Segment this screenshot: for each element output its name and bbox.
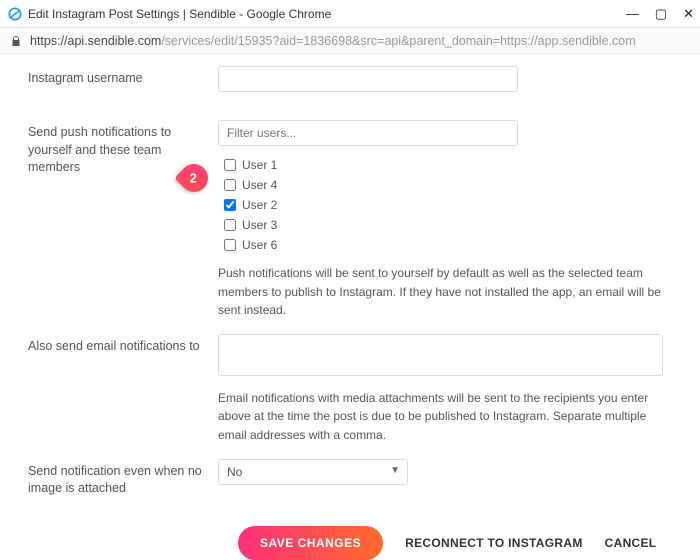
url-host: https://api.sendible.com bbox=[30, 34, 161, 48]
user-name-label: User 6 bbox=[242, 238, 277, 252]
label-no-image: Send notification even when no image is … bbox=[28, 459, 218, 498]
app-favicon bbox=[8, 7, 22, 21]
label-instagram-username: Instagram username bbox=[28, 66, 218, 92]
user-name-label: User 2 bbox=[242, 198, 277, 212]
user-checkbox[interactable] bbox=[224, 239, 236, 251]
save-changes-button[interactable]: SAVE CHANGES bbox=[238, 526, 383, 560]
instagram-username-input[interactable] bbox=[218, 66, 518, 92]
window-maximize-icon[interactable]: ▢ bbox=[655, 6, 667, 22]
user-checkbox[interactable] bbox=[224, 159, 236, 171]
lock-icon bbox=[10, 35, 22, 47]
user-list-item[interactable]: User 4 bbox=[224, 175, 538, 195]
label-push-notifications: Send push notifications to yourself and … bbox=[28, 120, 218, 320]
user-name-label: User 1 bbox=[242, 158, 277, 172]
cancel-button[interactable]: CANCEL bbox=[605, 536, 657, 550]
user-list-item[interactable]: User 1 bbox=[224, 155, 538, 175]
user-list-item[interactable]: User 2 bbox=[224, 195, 538, 215]
filter-users-input[interactable] bbox=[218, 120, 518, 146]
help-push: Push notifications will be sent to yours… bbox=[218, 254, 672, 320]
url-path: /services/edit/15935?aid=1836698&src=api… bbox=[161, 34, 635, 48]
email-notifications-input[interactable] bbox=[218, 334, 663, 376]
user-list-item[interactable]: User 3 bbox=[224, 215, 538, 235]
user-checkbox[interactable] bbox=[224, 219, 236, 231]
user-checkbox[interactable] bbox=[224, 179, 236, 191]
user-name-label: User 3 bbox=[242, 218, 277, 232]
label-email-notifications: Also send email notifications to bbox=[28, 334, 218, 445]
window-titlebar: Edit Instagram Post Settings | Sendible … bbox=[0, 0, 700, 28]
window-title: Edit Instagram Post Settings | Sendible … bbox=[28, 7, 626, 21]
window-close-icon[interactable]: ✕ bbox=[683, 6, 694, 22]
no-image-select[interactable]: No bbox=[218, 459, 408, 485]
help-email: Email notifications with media attachmen… bbox=[218, 379, 672, 445]
user-list-item[interactable]: User 6 bbox=[224, 235, 538, 254]
window-minimize-icon[interactable]: — bbox=[626, 6, 639, 21]
address-bar[interactable]: https://api.sendible.com/services/edit/1… bbox=[0, 28, 700, 54]
user-checkbox[interactable] bbox=[224, 199, 236, 211]
reconnect-instagram-button[interactable]: RECONNECT TO INSTAGRAM bbox=[405, 536, 583, 550]
user-list[interactable]: User 1User 4User 2User 3User 6User 5 bbox=[218, 152, 538, 254]
user-name-label: User 4 bbox=[242, 178, 277, 192]
